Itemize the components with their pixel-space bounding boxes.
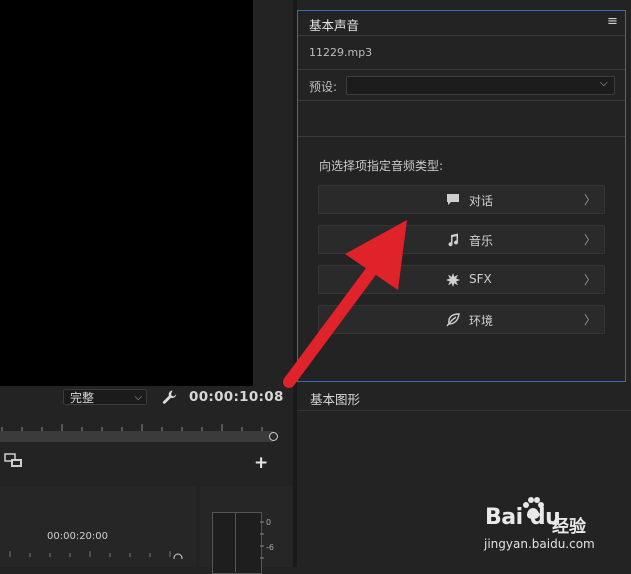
meter-channel-divider <box>235 512 236 572</box>
clip-file-name: 11229.mp3 <box>309 46 373 59</box>
ambience-type-button[interactable]: 环境 〉 <box>318 305 605 334</box>
playhead-timecode[interactable]: 00:00:10:08 <box>189 389 284 405</box>
panel-edge <box>626 0 631 384</box>
type-label: 环境 <box>469 314 494 328</box>
meter-label-minus-6: -6 <box>266 543 274 552</box>
burst-icon <box>446 273 460 287</box>
watermark-url: jingyan.baidu.com <box>484 537 595 551</box>
dialogue-type-button[interactable]: 对话 〉 <box>318 185 605 214</box>
chevron-right-icon: 〉 <box>583 233 596 247</box>
meter-label-0: 0 <box>266 518 272 527</box>
chevron-right-icon: 〉 <box>583 313 596 327</box>
scrub-bar[interactable] <box>0 431 273 442</box>
add-button[interactable]: + <box>254 453 268 473</box>
audio-type-prompt: 向选择项指定音频类型: <box>319 159 444 173</box>
multi-camera-icon[interactable] <box>4 452 24 470</box>
type-label: 音乐 <box>469 234 494 248</box>
divider <box>298 100 625 101</box>
program-monitor-viewport <box>0 0 253 386</box>
audio-meter <box>212 512 262 574</box>
panel-menu-icon[interactable]: ≡ <box>607 14 618 29</box>
chevron-right-icon: 〉 <box>583 273 596 287</box>
baidu-jingyan-text: 经验 <box>552 517 586 537</box>
monitor-toolbar <box>0 444 293 482</box>
leaf-icon <box>446 313 460 327</box>
chevron-down-icon[interactable]: ⌵ <box>600 78 608 89</box>
type-label: 对话 <box>469 194 494 208</box>
divider <box>298 69 625 70</box>
essential-sound-title[interactable]: 基本声音 <box>309 15 359 34</box>
divider <box>297 410 631 411</box>
speech-bubble-icon <box>447 194 459 205</box>
fit-select-value: 完整 <box>70 391 95 405</box>
chevron-right-icon: 〉 <box>583 193 596 207</box>
divider <box>298 35 625 36</box>
music-note-icon <box>448 233 459 247</box>
scrub-playhead-handle[interactable] <box>269 432 278 441</box>
fit-select[interactable]: 完整 ⌵ <box>63 389 147 405</box>
wrench-icon[interactable] <box>161 388 179 406</box>
preset-label: 预设: <box>309 80 338 94</box>
preset-select[interactable] <box>346 76 615 95</box>
sfx-type-button[interactable]: SFX 〉 <box>318 265 605 294</box>
divider <box>298 136 625 137</box>
panel-gap <box>253 0 293 386</box>
baidu-paw-icon <box>523 497 544 519</box>
timeline-ruler-time: 00:00:20:00 <box>47 531 109 542</box>
type-label: SFX <box>469 272 492 286</box>
essential-graphics-title[interactable]: 基本图形 <box>310 389 360 408</box>
music-type-button[interactable]: 音乐 〉 <box>318 225 605 254</box>
chevron-down-icon: ⌵ <box>134 392 142 403</box>
timeline-ruler[interactable] <box>0 547 196 559</box>
